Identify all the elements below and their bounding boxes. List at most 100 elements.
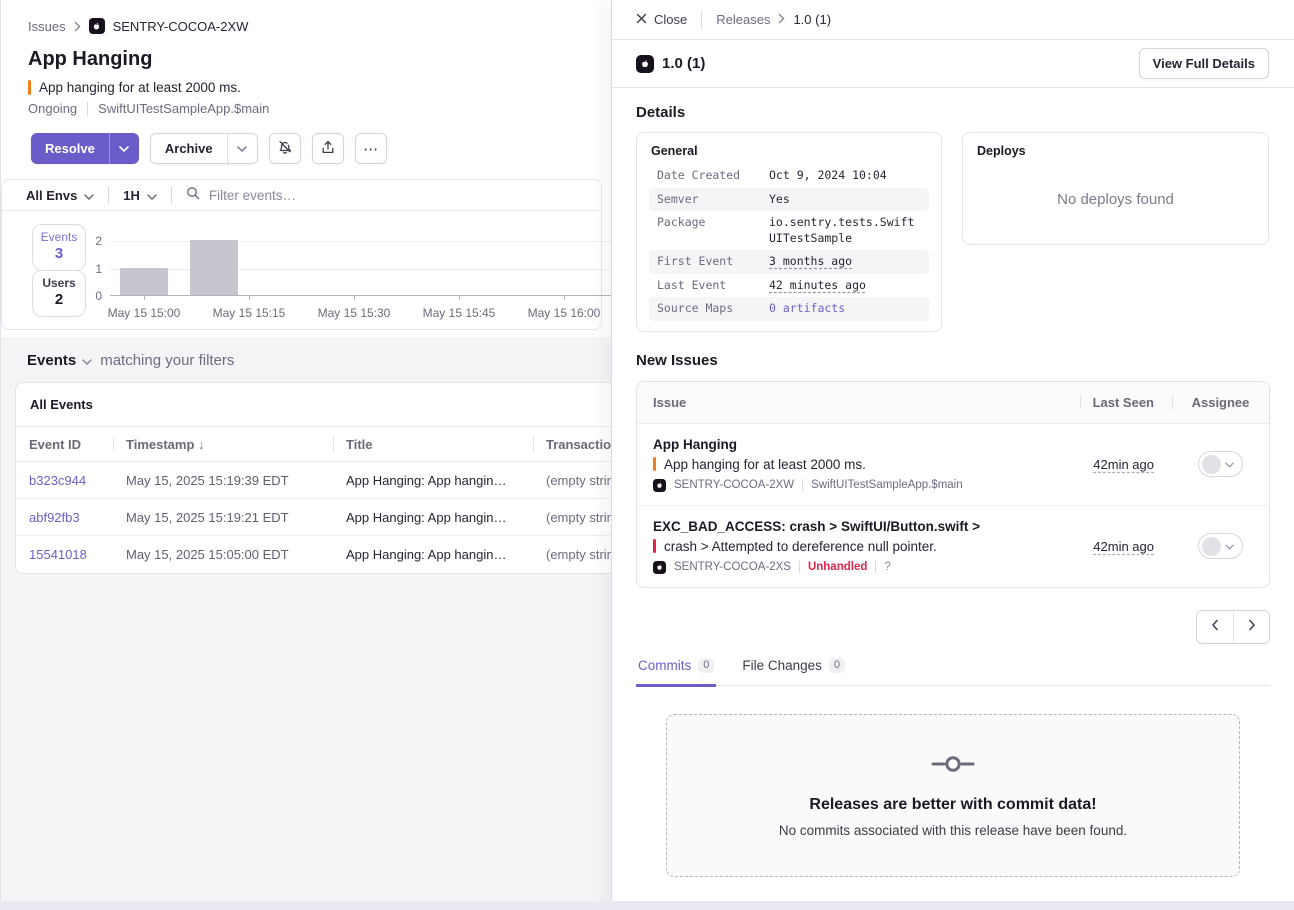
divider [108,186,109,204]
source-maps-link[interactable]: 0 artifacts [769,301,921,317]
x-axis-tick-label: May 15 15:45 [404,306,514,320]
close-label: Close [654,12,687,27]
column-header-title[interactable]: Title [333,437,533,452]
commits-empty-title: Releases are better with commit data! [809,796,1096,814]
events-stat-label: Events [33,230,85,244]
resolve-button[interactable]: Resolve [31,133,109,164]
new-issues-heading: New Issues [636,352,1270,369]
issue-message-text: App hanging for at least 2000 ms. [664,457,866,472]
general-label: Package [657,215,769,246]
events-heading-label: Events [27,352,76,369]
event-title: App Hanging: App hangin… [333,510,533,525]
more-actions-button[interactable]: ⋯ [355,133,387,164]
last-event-value: 42 minutes ago [769,278,921,294]
column-header-event-id[interactable]: Event ID [16,437,113,452]
apple-platform-icon [636,55,654,73]
close-drawer-button[interactable]: Close [636,12,687,27]
column-header-assignee: Assignee [1172,395,1269,410]
last-seen: 42min ago [1080,539,1172,554]
app: Issues SENTRY-COCOA-2XW App Hanging App … [0,0,1294,910]
commit-icon [931,753,975,780]
event-id-link[interactable]: 15541018 [16,547,113,562]
x-axis-tick [564,296,565,300]
issue-row[interactable]: App Hanging App hanging for at least 200… [637,424,1269,506]
close-icon [636,12,647,27]
environment-dropdown[interactable]: All Envs [26,188,94,203]
file-changes-count-badge: 0 [829,658,845,673]
chart-bar [120,268,168,296]
apple-platform-icon [653,479,666,492]
chevron-down-icon [1225,455,1234,473]
issue-row[interactable]: EXC_BAD_ACCESS: crash > SwiftUI/Button.s… [637,506,1269,587]
drawer-breadcrumb: Releases 1.0 (1) [716,12,831,27]
commits-empty-message: No commits associated with this release … [779,823,1127,838]
event-search [186,186,589,205]
x-axis-tick [144,296,145,300]
event-timestamp: May 15, 2025 15:19:39 EDT [113,473,333,488]
archive-dropdown-button[interactable] [227,134,257,163]
deploys-card: Deploys No deploys found [962,132,1269,245]
previous-page-button[interactable] [1197,611,1233,643]
general-label: Source Maps [657,301,769,317]
events-heading-suffix: matching your filters [100,352,234,369]
resolve-dropdown-button[interactable] [109,133,139,164]
details-heading: Details [636,104,1270,121]
issue-title-link[interactable]: App Hanging [653,437,1080,452]
last-seen-value: 42min ago [1093,539,1154,554]
divider [171,186,172,204]
chevron-right-icon [74,21,81,32]
breadcrumb-releases-link[interactable]: Releases [716,12,770,27]
level-bar-warning [653,457,656,471]
drawer-topbar: Close Releases 1.0 (1) [612,0,1294,40]
archive-button[interactable]: Archive [151,134,227,163]
events-chart: Events 3 Users 2 012May 15 15:00May 15 1… [2,211,601,329]
event-id-link[interactable]: b323c944 [16,473,113,488]
column-header-timestamp[interactable]: Timestamp ↓ [113,437,333,452]
breadcrumb-project-slug[interactable]: SENTRY-COCOA-2XW [113,19,249,34]
level-bar-error [653,539,656,553]
x-axis-tick-label: May 15 15:15 [194,306,304,320]
mute-button[interactable] [269,133,301,164]
general-value: io.sentry.tests.SwiftUITestSample [769,215,921,246]
stat-card-events[interactable]: Events 3 [32,224,86,271]
issue-message: crash > Attempted to dereference null po… [653,539,1080,554]
general-label: Semver [657,192,769,208]
chevron-down-icon [147,188,157,203]
apple-platform-icon [653,561,666,574]
archive-split-button: Archive [150,133,258,164]
tab-commits[interactable]: Commits 0 [636,652,716,687]
next-page-button[interactable] [1233,611,1269,643]
events-heading-dropdown[interactable]: Events [27,352,92,369]
assignee-dropdown[interactable] [1198,533,1243,559]
assignee-cell [1172,451,1269,477]
general-label: Date Created [657,168,769,184]
general-row: Date Created Oct 9, 2024 10:04 [649,164,929,188]
issue-status: Ongoing [28,101,77,116]
view-full-details-button[interactable]: View Full Details [1139,48,1269,79]
release-version-label: 1.0 (1) [662,55,705,72]
x-axis-tick-label: May 15 16:00 [509,306,619,320]
divider [802,479,803,491]
issue-title-link[interactable]: EXC_BAD_ACCESS: crash > SwiftUI/Button.s… [653,519,1080,534]
tab-file-changes[interactable]: File Changes 0 [740,652,847,685]
bell-slash-icon [277,139,293,159]
assignee-dropdown[interactable] [1198,451,1243,477]
new-issues-header: Issue Last Seen Assignee [637,382,1269,424]
deploys-empty-message: No deploys found [963,191,1268,208]
time-range-dropdown[interactable]: 1H [123,188,157,203]
tab-commits-label: Commits [638,658,691,673]
new-issues-table: Issue Last Seen Assignee App Hanging App… [636,381,1270,588]
share-button[interactable] [312,133,344,164]
avatar [1202,537,1221,556]
commits-count-badge: 0 [698,658,714,673]
x-axis-tick [459,296,460,300]
filter-and-chart-panel: All Envs 1H Events 3 [1,179,602,330]
breadcrumb-issues-link[interactable]: Issues [28,19,66,34]
search-input[interactable] [209,188,509,203]
first-event-value: 3 months ago [769,254,921,270]
event-id-link[interactable]: abf92fb3 [16,510,113,525]
release-header: 1.0 (1) View Full Details [612,40,1294,88]
deploys-card-title: Deploys [975,144,1256,158]
filter-bar: All Envs 1H [2,180,601,211]
general-row: Package io.sentry.tests.SwiftUITestSampl… [649,211,929,250]
